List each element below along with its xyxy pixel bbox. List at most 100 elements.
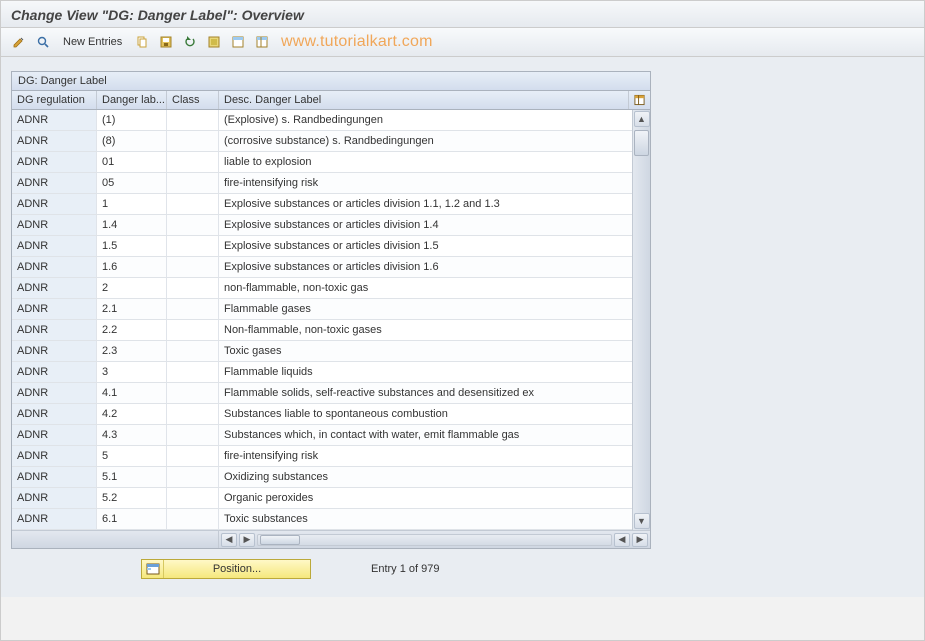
cell-reg[interactable]: ADNR bbox=[12, 257, 97, 277]
cell-lab[interactable]: 1 bbox=[97, 194, 167, 214]
scroll-thumb[interactable] bbox=[634, 130, 649, 156]
table-row[interactable]: ADNR(1) (Explosive) s. Randbedingungen bbox=[12, 110, 632, 131]
table-row[interactable]: ADNR4.2Substances liable to spontaneous … bbox=[12, 404, 632, 425]
scroll-right-end-icon[interactable]: ▶ bbox=[632, 533, 648, 547]
scroll-down-icon[interactable]: ▼ bbox=[634, 513, 650, 529]
cell-lab[interactable]: 4.2 bbox=[97, 404, 167, 424]
table-row[interactable]: ADNR(8)(corrosive substance) s. Randbedi… bbox=[12, 131, 632, 152]
table-row[interactable]: ADNR5fire-intensifying risk bbox=[12, 446, 632, 467]
scroll-right-icon[interactable]: ▶ bbox=[239, 533, 255, 547]
cell-cls[interactable] bbox=[167, 299, 219, 319]
cell-lab[interactable]: 5 bbox=[97, 446, 167, 466]
cell-lab[interactable]: 1.6 bbox=[97, 257, 167, 277]
table-row[interactable]: ADNR1.6 Explosive substances or articles … bbox=[12, 257, 632, 278]
cell-lab[interactable]: 3 bbox=[97, 362, 167, 382]
cell-reg[interactable]: ADNR bbox=[12, 194, 97, 214]
cell-reg[interactable]: ADNR bbox=[12, 467, 97, 487]
cell-cls[interactable] bbox=[167, 194, 219, 214]
scroll-left-icon[interactable]: ◀ bbox=[221, 533, 237, 547]
cell-dsc[interactable]: Organic peroxides bbox=[219, 488, 632, 508]
hscroll-thumb[interactable] bbox=[260, 535, 300, 545]
cell-reg[interactable]: ADNR bbox=[12, 320, 97, 340]
cell-lab[interactable]: 4.3 bbox=[97, 425, 167, 445]
col-header-class[interactable]: Class bbox=[167, 91, 219, 109]
cell-cls[interactable] bbox=[167, 488, 219, 508]
cell-cls[interactable] bbox=[167, 236, 219, 256]
col-header-description[interactable]: Desc. Danger Label bbox=[219, 91, 628, 109]
hscroll-track[interactable] bbox=[257, 534, 612, 546]
cell-lab[interactable]: 2.3 bbox=[97, 341, 167, 361]
table-row[interactable]: ADNR1 Explosive substances or articles di… bbox=[12, 194, 632, 215]
scroll-left-end-icon[interactable]: ◀ bbox=[614, 533, 630, 547]
position-button[interactable]: Position... bbox=[141, 559, 311, 579]
cell-reg[interactable]: ADNR bbox=[12, 425, 97, 445]
scroll-up-icon[interactable]: ▲ bbox=[634, 111, 650, 127]
cell-cls[interactable] bbox=[167, 278, 219, 298]
cell-dsc[interactable]: (Explosive) s. Randbedingungen bbox=[219, 110, 632, 130]
cell-cls[interactable] bbox=[167, 362, 219, 382]
cell-dsc[interactable]: Flammable gases bbox=[219, 299, 632, 319]
cell-reg[interactable]: ADNR bbox=[12, 173, 97, 193]
cell-dsc[interactable]: Oxidizing substances bbox=[219, 467, 632, 487]
cell-lab[interactable]: 05 bbox=[97, 173, 167, 193]
cell-dsc[interactable]: Substances which, in contact with water,… bbox=[219, 425, 632, 445]
undo-icon[interactable] bbox=[180, 32, 200, 52]
table-row[interactable]: ADNR5.2Organic peroxides bbox=[12, 488, 632, 509]
cell-reg[interactable]: ADNR bbox=[12, 215, 97, 235]
cell-dsc[interactable]: non-flammable, non-toxic gas bbox=[219, 278, 632, 298]
cell-lab[interactable]: 2.1 bbox=[97, 299, 167, 319]
cell-cls[interactable] bbox=[167, 110, 219, 130]
cell-lab[interactable]: 1.4 bbox=[97, 215, 167, 235]
cell-reg[interactable]: ADNR bbox=[12, 131, 97, 151]
cell-cls[interactable] bbox=[167, 257, 219, 277]
cell-reg[interactable]: ADNR bbox=[12, 341, 97, 361]
find-icon[interactable] bbox=[33, 32, 53, 52]
cell-dsc[interactable]: Explosive substances or articles divisio… bbox=[219, 257, 632, 277]
cell-reg[interactable]: ADNR bbox=[12, 110, 97, 130]
cell-reg[interactable]: ADNR bbox=[12, 152, 97, 172]
table-settings-icon[interactable] bbox=[252, 32, 272, 52]
cell-lab[interactable]: (1) bbox=[97, 110, 167, 130]
col-header-danger-label[interactable]: Danger lab... bbox=[97, 91, 167, 109]
cell-lab[interactable]: 4.1 bbox=[97, 383, 167, 403]
table-row[interactable]: ADNR6.1Toxic substances bbox=[12, 509, 632, 530]
cell-reg[interactable]: ADNR bbox=[12, 488, 97, 508]
table-row[interactable]: ADNR2.3Toxic gases bbox=[12, 341, 632, 362]
cell-dsc[interactable]: Non-flammable, non-toxic gases bbox=[219, 320, 632, 340]
cell-cls[interactable] bbox=[167, 446, 219, 466]
scroll-track[interactable] bbox=[633, 128, 650, 512]
cell-reg[interactable]: ADNR bbox=[12, 278, 97, 298]
cell-dsc[interactable]: Flammable liquids bbox=[219, 362, 632, 382]
cell-lab[interactable]: 01 bbox=[97, 152, 167, 172]
cell-dsc[interactable]: Flammable solids, self-reactive substanc… bbox=[219, 383, 632, 403]
copy-icon[interactable] bbox=[132, 32, 152, 52]
save-icon[interactable] bbox=[156, 32, 176, 52]
cell-cls[interactable] bbox=[167, 131, 219, 151]
cell-dsc[interactable]: Explosive substances or articles divisio… bbox=[219, 194, 632, 214]
table-row[interactable]: ADNR2.1 Flammable gases bbox=[12, 299, 632, 320]
cell-cls[interactable] bbox=[167, 404, 219, 424]
col-header-regulation[interactable]: DG regulation bbox=[12, 91, 97, 109]
cell-cls[interactable] bbox=[167, 425, 219, 445]
cell-dsc[interactable]: fire-intensifying risk bbox=[219, 173, 632, 193]
cell-cls[interactable] bbox=[167, 341, 219, 361]
cell-cls[interactable] bbox=[167, 152, 219, 172]
cell-dsc[interactable]: Explosive substances or articles divisio… bbox=[219, 215, 632, 235]
configure-columns-icon[interactable] bbox=[628, 91, 650, 109]
select-all-icon[interactable] bbox=[204, 32, 224, 52]
cell-dsc[interactable]: Substances liable to spontaneous combust… bbox=[219, 404, 632, 424]
cell-cls[interactable] bbox=[167, 173, 219, 193]
cell-lab[interactable]: (8) bbox=[97, 131, 167, 151]
cell-reg[interactable]: ADNR bbox=[12, 299, 97, 319]
cell-reg[interactable]: ADNR bbox=[12, 446, 97, 466]
table-row[interactable]: ADNR1.4 Explosive substances or articles … bbox=[12, 215, 632, 236]
new-entries-button[interactable]: New Entries bbox=[57, 34, 128, 50]
cell-cls[interactable] bbox=[167, 320, 219, 340]
cell-reg[interactable]: ADNR bbox=[12, 383, 97, 403]
table-row[interactable]: ADNR1.5Explosive substances or articles … bbox=[12, 236, 632, 257]
vertical-scrollbar[interactable]: ▲ ▼ bbox=[632, 110, 650, 530]
table-row[interactable]: ADNR05 fire-intensifying risk bbox=[12, 173, 632, 194]
table-row[interactable]: ADNR4.1 Flammable solids, self-reactive s… bbox=[12, 383, 632, 404]
cell-lab[interactable]: 2.2 bbox=[97, 320, 167, 340]
cell-reg[interactable]: ADNR bbox=[12, 362, 97, 382]
